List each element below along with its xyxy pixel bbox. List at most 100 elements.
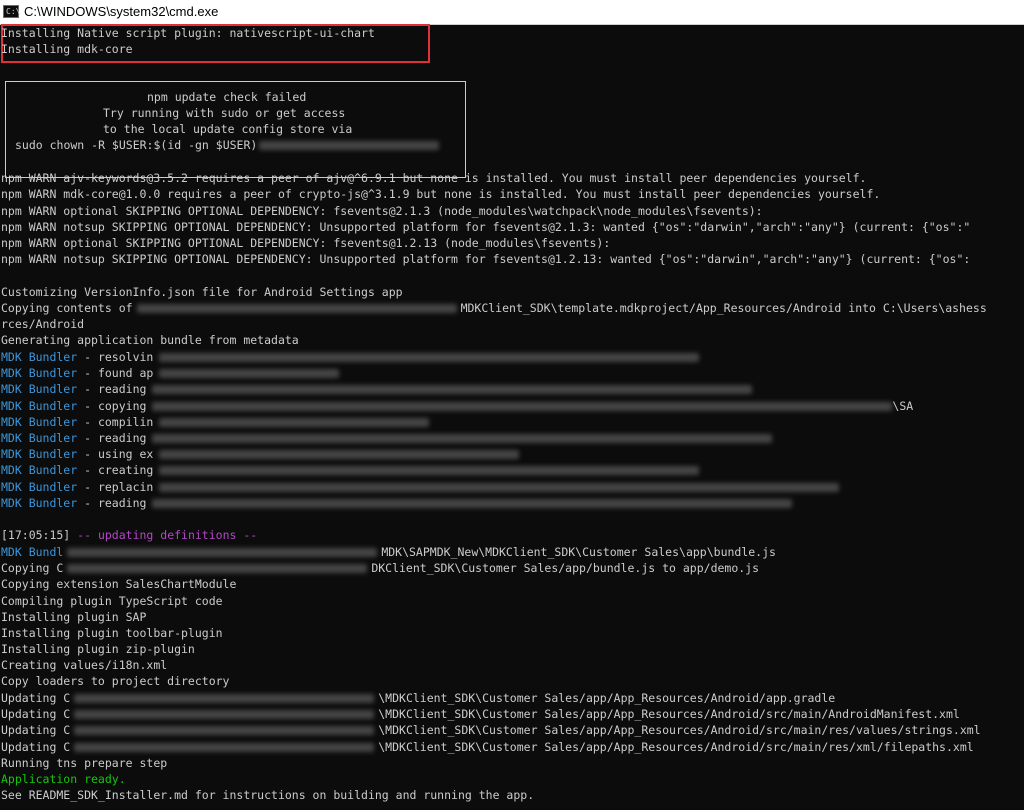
redacted-text [152, 385, 753, 394]
console-line: Compiling plugin TypeScript code [1, 594, 223, 608]
update-box-line: Try running with sudo or get access [103, 106, 346, 120]
update-path: \MDKClient_SDK\Customer Sales/app/App_Re… [378, 723, 981, 737]
copying-c: Copying C [1, 561, 64, 575]
console-line: See README_SDK_Installer.md for instruct… [1, 788, 535, 802]
updating-prefix: Updating C [1, 723, 71, 737]
bundler-label: MDK Bundler [1, 496, 78, 510]
redacted-text [159, 450, 520, 459]
bundler-step: - compilin [84, 415, 154, 429]
console-line: Copying C DKClient_SDK\Customer Sales/app… [1, 560, 759, 576]
redacted-text [259, 141, 440, 150]
console-line: Installing mdk-core [1, 42, 133, 56]
bundler-line: MDK Bundler - reading [1, 495, 793, 511]
bundler-label: MDK Bundler [1, 431, 78, 445]
console-line: [17:05:15] -- updating definitions -- [1, 527, 257, 543]
console-line: MDK Bundl MDK\SAPMDK_New\MDKClient_SDK\Cu… [1, 544, 776, 560]
redacted-text [159, 353, 700, 362]
redacted-text [159, 418, 430, 427]
console-line: Installing plugin toolbar-plugin [1, 626, 223, 640]
redacted-text [159, 369, 340, 378]
warn-line: npm WARN mdk-core@1.0.0 requires a peer … [1, 187, 881, 201]
bundle-path: MDK\SAPMDK_New\MDKClient_SDK\Customer Sa… [381, 545, 776, 559]
bundler-line: MDK Bundler - using ex [1, 446, 520, 462]
update-line: Updating C \MDKClient_SDK\Customer Sales/… [1, 706, 960, 722]
app-ready-line: Application ready. [1, 772, 126, 786]
copying-prefix: Copying contents of [1, 301, 133, 315]
bundler-line: MDK Bundler - resolvin [1, 349, 700, 365]
bundler-step: - replacin [84, 480, 154, 494]
warn-line: npm WARN notsup SKIPPING OPTIONAL DEPEND… [1, 252, 971, 266]
updating-prefix: Updating C [1, 691, 71, 705]
bundler-label-short: MDK Bundl [1, 545, 64, 559]
bundler-label: MDK Bundler [1, 399, 78, 413]
bundler-line: MDK Bundler - replacin [1, 479, 840, 495]
bundler-step: - creating [84, 463, 154, 477]
console-line: Generating application bundle from metad… [1, 333, 299, 347]
bundler-label: MDK Bundler [1, 366, 78, 380]
update-box-line: sudo chown -R $USER:$(id -gn $USER) [15, 137, 440, 153]
redacted-text [67, 564, 368, 573]
bundler-label: MDK Bundler [1, 350, 78, 364]
timestamp: [17:05:15] [1, 528, 71, 542]
console-line: Running tns prepare step [1, 756, 168, 770]
redacted-text [159, 483, 840, 492]
bundler-step: - reading [84, 382, 147, 396]
bundler-label: MDK Bundler [1, 415, 78, 429]
bundler-label: MDK Bundler [1, 480, 78, 494]
warn-line: npm WARN optional SKIPPING OPTIONAL DEPE… [1, 236, 611, 250]
bundler-step: - reading [84, 431, 147, 445]
console-line: Copying extension SalesChartModule [1, 577, 237, 591]
console-line: Creating values/i18n.xml [1, 658, 168, 672]
bundler-label: MDK Bundler [1, 447, 78, 461]
bundler-step: - using ex [84, 447, 154, 461]
bundler-line: MDK Bundler - copying \SA [1, 398, 913, 414]
update-box-command: sudo chown -R $USER:$(id -gn $USER) [15, 138, 258, 152]
cmd-icon: C:\ [3, 5, 21, 18]
bundler-line: MDK Bundler - reading [1, 430, 773, 446]
bundler-line: MDK Bundler - reading [1, 381, 753, 397]
updating-prefix: Updating C [1, 740, 71, 754]
redacted-text [152, 499, 793, 508]
console-line: Installing plugin SAP [1, 610, 147, 624]
update-line: Updating C \MDKClient_SDK\Customer Sales/… [1, 690, 835, 706]
warn-line: npm WARN optional SKIPPING OPTIONAL DEPE… [1, 204, 763, 218]
redacted-text [74, 710, 375, 719]
bundler-label: MDK Bundler [1, 463, 78, 477]
copying-c-suffix: DKClient_SDK\Customer Sales/app/bundle.j… [371, 561, 760, 575]
update-path: \MDKClient_SDK\Customer Sales/app/App_Re… [378, 740, 974, 754]
console-line: Installing plugin zip-plugin [1, 642, 195, 656]
window-title: C:\WINDOWS\system32\cmd.exe [24, 4, 219, 19]
bundler-label: MDK Bundler [1, 382, 78, 396]
cmd-window: C:\ C:\WINDOWS\system32\cmd.exe Installi… [0, 0, 1024, 810]
updating-definitions: -- updating definitions -- [77, 528, 258, 542]
update-line: Updating C \MDKClient_SDK\Customer Sales/… [1, 722, 981, 738]
console-line: Customizing VersionInfo.json file for An… [1, 285, 403, 299]
bundler-step: - found ap [84, 366, 154, 380]
console-output[interactable]: Installing Native script plugin: natives… [0, 24, 1024, 810]
copying-suffix: MDKClient_SDK\template.mdkproject/App_Re… [460, 301, 987, 315]
update-path: \MDKClient_SDK\Customer Sales/app/App_Re… [378, 691, 836, 705]
bundler-step: - copying [84, 399, 147, 413]
console-line: Copying contents of MDKClient_SDK\templat… [1, 300, 987, 316]
console-line: rces/Android [1, 317, 85, 331]
update-path: \MDKClient_SDK\Customer Sales/app/App_Re… [378, 707, 960, 721]
bundler-line: MDK Bundler - compilin [1, 414, 430, 430]
bundler-tail: \SA [892, 399, 914, 413]
redacted-text [74, 694, 375, 703]
warn-line: npm WARN ajv-keywords@3.5.2 requires a p… [1, 171, 867, 185]
bundler-line: MDK Bundler - creating [1, 462, 700, 478]
console-line: Installing Native script plugin: natives… [1, 26, 375, 40]
title-bar[interactable]: C:\ C:\WINDOWS\system32\cmd.exe [0, 0, 1024, 25]
bundler-step: - reading [84, 496, 147, 510]
bundler-line: MDK Bundler - found ap [1, 365, 340, 381]
redacted-text [152, 434, 773, 443]
redacted-text [74, 726, 375, 735]
redacted-text [74, 743, 375, 752]
redacted-text [67, 548, 378, 557]
redacted-text [136, 304, 457, 313]
redacted-text [159, 466, 700, 475]
bundler-step: - resolvin [84, 350, 154, 364]
update-box-line: to the local update config store via [103, 122, 353, 136]
cmd-icon-label: C:\ [6, 7, 21, 16]
updating-prefix: Updating C [1, 707, 71, 721]
